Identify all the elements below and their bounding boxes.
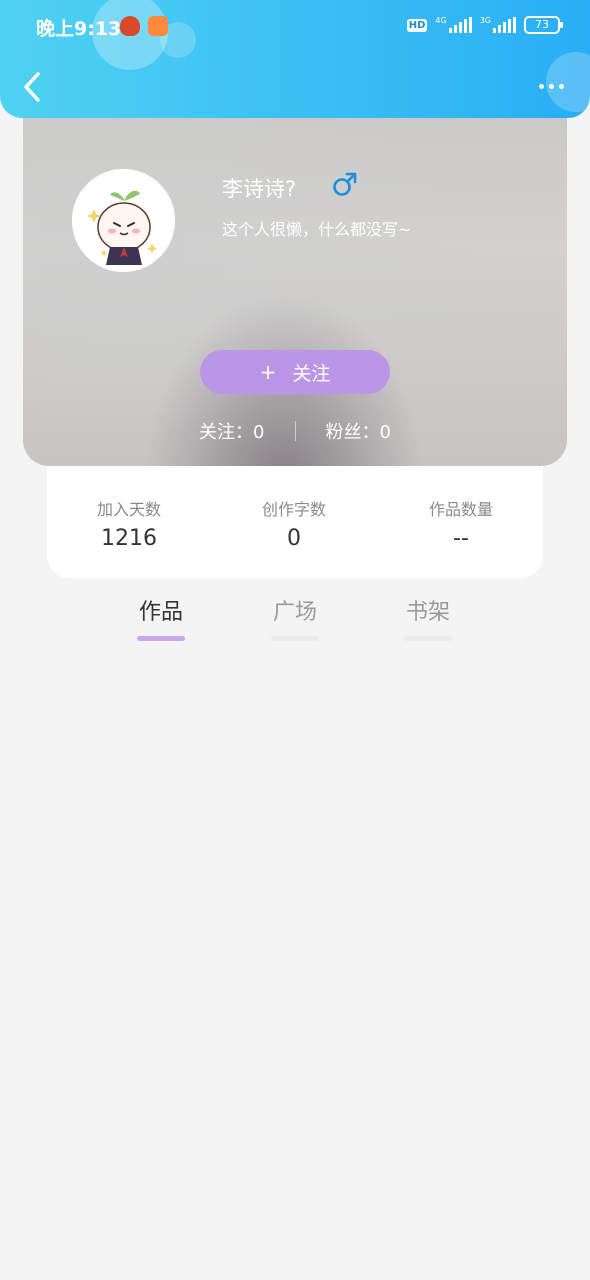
stat-label: 作品数量 xyxy=(428,500,493,519)
stats-card: 加入天数 1216 创作字数 0 作品数量 -- xyxy=(47,462,543,578)
tab-square[interactable]: 广场 xyxy=(255,594,335,641)
stat-value: 0 xyxy=(287,526,301,551)
tab-bookshelf[interactable]: 书架 xyxy=(388,594,468,641)
notification-shop-icon xyxy=(148,16,168,36)
status-indicators: HD 4G 3G 73 xyxy=(406,15,563,34)
stat-works-count: 作品数量 -- xyxy=(391,496,531,551)
stat-label: 创作字数 xyxy=(261,500,326,519)
battery-icon: 73 xyxy=(524,16,563,34)
follow-counts: 关注：0 粉丝：0 xyxy=(23,418,567,444)
follow-button[interactable]: + 关注 xyxy=(200,350,390,394)
more-dot-icon xyxy=(539,83,544,89)
tab-label: 作品 xyxy=(138,600,183,625)
following-count[interactable]: 关注：0 xyxy=(199,418,264,444)
hd-icon: HD xyxy=(406,18,428,32)
avatar[interactable] xyxy=(72,169,175,272)
stat-value: 1216 xyxy=(101,526,157,551)
signal-icon xyxy=(448,17,472,33)
profile-card: 李诗诗? 这个人很懒，什么都没写~ + 关注 关注：0 粉丝：0 xyxy=(23,100,567,466)
plus-icon: + xyxy=(259,360,277,384)
tab-indicator xyxy=(137,636,185,641)
tab-works[interactable]: 作品 xyxy=(121,594,201,641)
stat-word-count: 创作字数 0 xyxy=(224,496,364,551)
stat-label: 加入天数 xyxy=(96,500,161,519)
tab-label: 广场 xyxy=(272,600,317,625)
back-button[interactable] xyxy=(18,70,48,104)
network-label: 4G xyxy=(435,15,447,25)
notification-app-icon xyxy=(120,16,140,36)
stat-join-days: 加入天数 1216 xyxy=(59,496,199,551)
signal-icon xyxy=(493,17,516,33)
follow-button-label: 关注 xyxy=(292,362,331,385)
male-symbol-icon xyxy=(333,172,357,196)
more-dot-icon xyxy=(549,83,554,89)
network-label: 3G xyxy=(479,15,491,25)
chevron-left-icon xyxy=(24,72,40,102)
more-dot-icon xyxy=(559,83,564,89)
top-header: 晚上9:13 HD 4G 3G 73 xyxy=(0,0,590,118)
status-time: 晚上9:13 xyxy=(36,18,122,40)
user-name: 李诗诗? xyxy=(222,177,297,201)
tab-indicator xyxy=(404,636,452,641)
content-tabs: 作品 广场 书架 xyxy=(0,594,590,644)
user-bio: 这个人很懒，什么都没写~ xyxy=(222,220,412,239)
tab-label: 书架 xyxy=(405,600,450,625)
tab-indicator xyxy=(271,636,319,641)
avatar-character-icon xyxy=(72,169,175,272)
divider xyxy=(294,421,296,441)
stat-value: -- xyxy=(453,526,469,551)
more-options-button[interactable] xyxy=(539,78,564,94)
followers-count[interactable]: 粉丝：0 xyxy=(326,418,391,444)
